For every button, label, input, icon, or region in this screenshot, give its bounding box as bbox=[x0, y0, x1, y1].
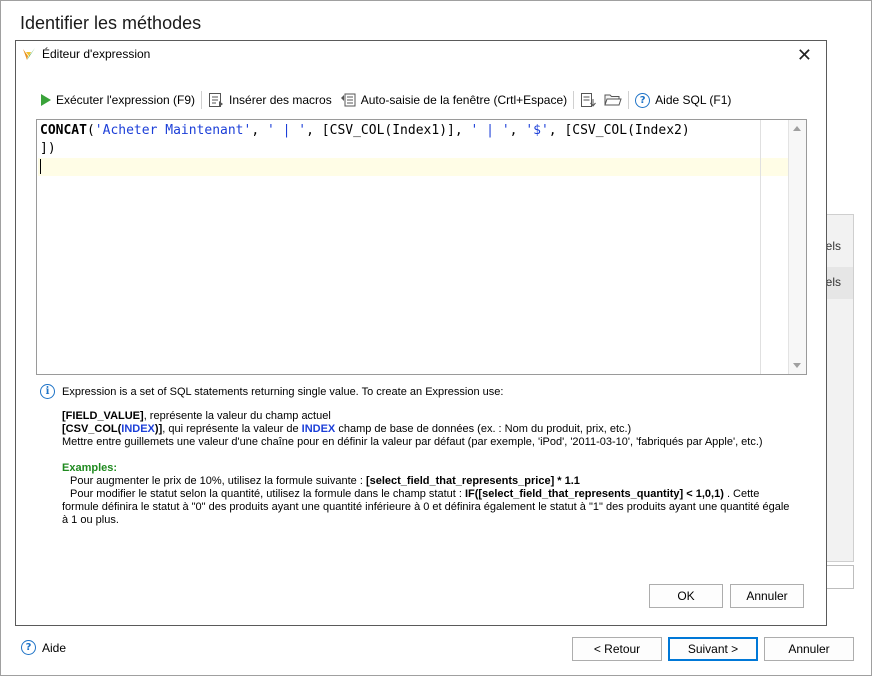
code-string: '$' bbox=[525, 123, 549, 138]
example-1: Pour augmenter le prix de 10%, utilisez … bbox=[62, 475, 792, 488]
close-icon[interactable]: ✕ bbox=[797, 45, 812, 66]
execute-expression-button[interactable]: Exécuter l'expression (F9) bbox=[41, 93, 195, 107]
execute-expression-label: Exécuter l'expression (F9) bbox=[56, 93, 196, 107]
text-caret bbox=[40, 159, 41, 174]
example-2-text: Pour modifier le statut selon la quantit… bbox=[70, 488, 465, 500]
code-string: ' | ' bbox=[267, 123, 307, 138]
background-list-item-selected[interactable]: eels bbox=[827, 267, 853, 299]
code-string: ' | ' bbox=[470, 123, 510, 138]
help-icon: ? bbox=[21, 640, 36, 655]
field-value-desc: , représente la valeur du champ actuel bbox=[143, 410, 331, 422]
code-text: , [CSV_COL(Index1)], bbox=[306, 123, 471, 138]
info-quotes-line: Mettre entre guillemets une valeur d'une… bbox=[62, 436, 763, 448]
info-header-text: Expression is a set of SQL statements re… bbox=[62, 385, 504, 398]
right-margin-guide bbox=[760, 120, 761, 374]
open-expression-button[interactable] bbox=[604, 92, 622, 108]
example-2-formula: IF([select_field_that_represents_quantit… bbox=[464, 488, 724, 500]
background-list-item[interactable]: eels bbox=[827, 239, 853, 261]
sql-help-button[interactable]: ? Aide SQL (F1) bbox=[635, 92, 732, 108]
info-icon: i bbox=[40, 384, 55, 399]
wizard-cancel-button[interactable]: Annuler bbox=[764, 637, 854, 661]
code-string: 'Acheter Maintenant' bbox=[94, 123, 252, 138]
app-logo-icon bbox=[23, 48, 35, 60]
download-save-icon bbox=[581, 93, 597, 107]
sql-help-label: Aide SQL (F1) bbox=[655, 93, 732, 107]
code-text: , bbox=[509, 123, 526, 138]
insert-macros-label: Insérer des macros bbox=[229, 93, 332, 107]
scroll-down-arrow-icon[interactable] bbox=[793, 363, 801, 368]
info-csv-line: [CSV_COL(INDEX)], qui représente la vale… bbox=[62, 423, 792, 436]
field-value-token: [FIELD_VALUE] bbox=[62, 410, 144, 422]
csv-desc: champ de base de données (ex. : Nom du p… bbox=[335, 423, 632, 435]
csv-desc: , qui représente la valeur de bbox=[162, 423, 302, 435]
dialog-cancel-button[interactable]: Annuler bbox=[730, 584, 804, 608]
expression-editor-dialog: Éditeur d'expression ✕ Exécuter l'expres… bbox=[15, 40, 827, 626]
example-1-text: Pour augmenter le prix de 10%, utilisez … bbox=[70, 475, 366, 487]
window-title: Identifier les méthodes bbox=[20, 13, 202, 33]
csv-index-token: INDEX bbox=[121, 423, 155, 435]
scroll-up-arrow-icon[interactable] bbox=[793, 126, 801, 131]
expression-code[interactable]: CONCAT('Acheter Maintenant', ' | ', [CSV… bbox=[40, 122, 690, 158]
background-input[interactable] bbox=[827, 565, 854, 589]
info-body: [FIELD_VALUE], représente la valeur du c… bbox=[62, 410, 792, 527]
folder-open-icon bbox=[604, 94, 622, 106]
code-text: , [CSV_COL(Index2) bbox=[548, 123, 690, 138]
autocomplete-icon bbox=[340, 93, 356, 107]
examples-label: Examples: bbox=[62, 462, 118, 474]
ok-button[interactable]: OK bbox=[649, 584, 723, 608]
next-button[interactable]: Suivant > bbox=[668, 637, 758, 661]
editor-vertical-scrollbar[interactable] bbox=[788, 120, 806, 374]
current-line-highlight bbox=[38, 158, 788, 176]
help-icon: ? bbox=[635, 92, 651, 108]
insert-macros-button[interactable]: Insérer des macros bbox=[208, 92, 332, 108]
dialog-titlebar: Éditeur d'expression bbox=[22, 47, 150, 61]
autocomplete-label: Auto-saisie de la fenêtre (Crtl+Espace) bbox=[360, 93, 568, 107]
editor-toolbar: Exécuter l'expression (F9) Insérer des m… bbox=[41, 89, 739, 111]
play-icon bbox=[41, 94, 51, 106]
info-header: i Expression is a set of SQL statements … bbox=[40, 384, 503, 399]
save-expression-button[interactable] bbox=[580, 92, 597, 108]
expression-editor[interactable]: CONCAT('Acheter Maintenant', ' | ', [CSV… bbox=[36, 119, 807, 375]
csv-index-token: INDEX bbox=[301, 423, 336, 435]
background-list-panel: eels eels bbox=[827, 214, 854, 562]
autocomplete-button[interactable]: Auto-saisie de la fenêtre (Crtl+Espace) bbox=[340, 92, 567, 108]
code-keyword: CONCAT bbox=[40, 123, 87, 138]
dialog-title: Éditeur d'expression bbox=[42, 47, 151, 61]
code-line-2: ]) bbox=[40, 141, 56, 156]
csv-token-prefix: [CSV_COL( bbox=[62, 423, 122, 435]
help-label: Aide bbox=[42, 640, 67, 655]
toolbar-separator bbox=[573, 91, 575, 109]
code-text: , bbox=[251, 123, 267, 138]
example-1-formula: [select_field_that_represents_price] * 1… bbox=[365, 475, 580, 487]
example-2: Pour modifier le statut selon la quantit… bbox=[62, 488, 792, 527]
back-button[interactable]: < Retour bbox=[572, 637, 662, 661]
info-field-value-line: [FIELD_VALUE], représente la valeur du c… bbox=[62, 410, 792, 423]
toolbar-separator bbox=[201, 91, 203, 109]
help-link[interactable]: ? Aide bbox=[21, 640, 66, 655]
code-text: ( bbox=[86, 123, 95, 138]
macro-list-icon bbox=[209, 93, 224, 107]
toolbar-separator bbox=[628, 91, 630, 109]
